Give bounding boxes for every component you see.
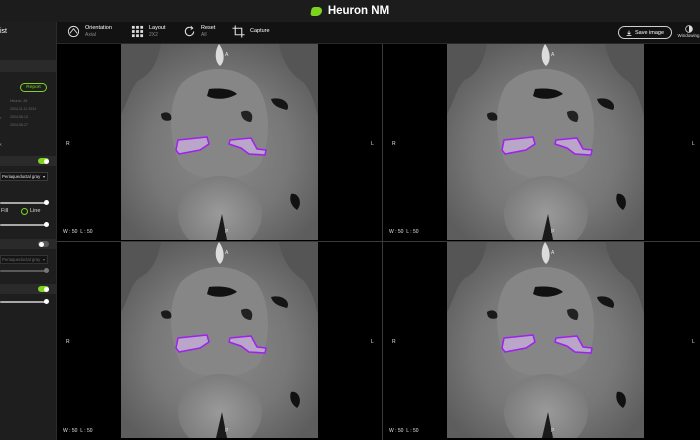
toolbar: Orientation Axial Layout 2X2 Reset All Capt… — [57, 22, 700, 44]
orientation-right-label: L — [692, 141, 695, 147]
reset-label: Reset — [201, 25, 216, 31]
window-level-label: W : 50 L : 50 — [63, 428, 93, 434]
sidebar: ist Report Heuron, 26 2024-11-11 2024 20… — [0, 22, 57, 440]
display-mode-row: Fill Line — [0, 207, 56, 217]
orientation-left-label: R — [66, 339, 70, 345]
slider-handle[interactable] — [44, 299, 49, 304]
roi-select-value: Periaqueductal gray — [2, 174, 41, 179]
layout-value: 2X2 — [149, 32, 158, 38]
orientation-top-label: A — [551, 250, 555, 256]
secondary-roi-select[interactable]: Periaqueductal gray ▾ — [0, 255, 48, 264]
grid-icon — [131, 25, 144, 38]
capture-tool[interactable]: Capture — [232, 25, 270, 38]
line-option-label[interactable]: Line — [30, 208, 40, 214]
second-visibility-toggle[interactable] — [38, 241, 49, 247]
windowing-icon — [684, 25, 693, 33]
brand: Heuron NM — [310, 5, 390, 17]
window-level-label: W : 50 L : 50 — [389, 229, 419, 235]
orientation-value: Axial — [85, 32, 96, 38]
viewport-2[interactable]: A P R L W : 50 L : 50 — [383, 44, 700, 241]
orientation-top-label: A — [225, 52, 229, 58]
save-image-label: Save image — [634, 29, 665, 36]
windowing-label: Windowing — [677, 33, 700, 38]
orientation-bottom-label: P — [225, 229, 229, 235]
orientation-bottom-label: P — [225, 428, 229, 434]
capture-label: Capture — [250, 28, 270, 34]
window-level-label: W : 50 L : 50 — [63, 229, 93, 235]
slider-handle[interactable] — [44, 268, 49, 273]
orientation-top-label: A — [225, 250, 229, 256]
orientation-bottom-label: P — [551, 229, 555, 235]
chevron-down-icon: ▾ — [42, 174, 45, 179]
report-button[interactable]: Report — [20, 83, 47, 92]
secondary-roi-select-value: Periaqueductal gray — [2, 257, 41, 262]
sidebar-title: ist — [0, 28, 7, 35]
fill-option-label[interactable]: Fill — [1, 208, 8, 214]
reset-value: All — [201, 32, 207, 38]
meta-line: 2024-11-11 2024 — [10, 107, 37, 111]
third-slider[interactable] — [0, 299, 49, 304]
app-window: Heuron NM Orientation Axial Layout 2X2 Res… — [0, 0, 700, 440]
meta-line: 2024-08-13 — [10, 115, 28, 119]
chevron-down-icon: ▾ — [42, 257, 45, 262]
mri-slice-image[interactable] — [121, 242, 318, 438]
orientation-left-label: R — [392, 339, 396, 345]
download-icon — [626, 30, 632, 36]
title-bar: Heuron NM — [0, 0, 700, 22]
orientation-right-label: L — [692, 339, 695, 345]
roi-visibility-toggle[interactable] — [38, 158, 49, 164]
reset-icon — [184, 26, 195, 37]
mri-slice — [447, 44, 644, 240]
opacity-slider[interactable] — [0, 200, 49, 205]
line-radio-button[interactable] — [21, 208, 28, 215]
windowing-tool[interactable]: Windowing — [677, 25, 700, 38]
orientation-left-label: R — [66, 141, 70, 147]
meta-line: 2024-08-27 — [10, 123, 28, 127]
mri-slice-image[interactable] — [121, 44, 318, 240]
meta-arrow-icon: › — [0, 115, 2, 120]
viewport-3[interactable]: A P R L W : 50 L : 50 — [57, 242, 382, 440]
slider-handle[interactable] — [44, 222, 49, 227]
save-image-button[interactable]: Save image — [618, 26, 672, 39]
layout-label: Layout — [149, 25, 166, 31]
orientation-tool[interactable]: Orientation Axial — [67, 25, 112, 38]
secondary-slider[interactable] — [0, 268, 49, 273]
layout-tool[interactable]: Layout 2X2 — [131, 25, 166, 38]
mri-slice — [121, 44, 318, 240]
third-visibility-toggle[interactable] — [38, 286, 49, 292]
mri-slice — [447, 242, 644, 438]
line-width-slider[interactable] — [0, 222, 49, 227]
mri-slice-image[interactable] — [447, 44, 644, 240]
window-level-label: W : 50 L : 50 — [389, 428, 419, 434]
roi-select[interactable]: Periaqueductal gray ▾ — [0, 172, 48, 181]
crop-icon — [232, 25, 245, 38]
reset-tool[interactable]: Reset All — [183, 25, 215, 38]
orientation-left-label: R — [392, 141, 396, 147]
app-title: Heuron NM — [327, 5, 390, 17]
viewport-4[interactable]: A P R L W : 50 L : 50 — [383, 242, 700, 440]
orientation-top-label: A — [551, 52, 555, 58]
heuron-logo-icon — [310, 6, 323, 16]
meta-line: Heuron, 26 — [10, 99, 28, 103]
viewport-1[interactable]: A P R L W : 50 L : 50 — [57, 44, 382, 241]
orientation-icon — [67, 25, 80, 38]
image-viewer: A P R L W : 50 L : 50 A P R L W: 50 L:… — [57, 44, 700, 440]
slider-handle[interactable] — [44, 200, 49, 205]
orientation-bottom-label: P — [551, 428, 555, 434]
orientation-label: Orientation — [85, 25, 112, 31]
sidebar-header-band — [0, 60, 56, 72]
orientation-right-label: L — [371, 339, 374, 345]
mri-slice-image[interactable] — [447, 242, 644, 438]
mri-slice — [121, 242, 318, 438]
section-chevron-icon: ‹ — [0, 142, 2, 148]
orientation-right-label: L — [371, 141, 374, 147]
